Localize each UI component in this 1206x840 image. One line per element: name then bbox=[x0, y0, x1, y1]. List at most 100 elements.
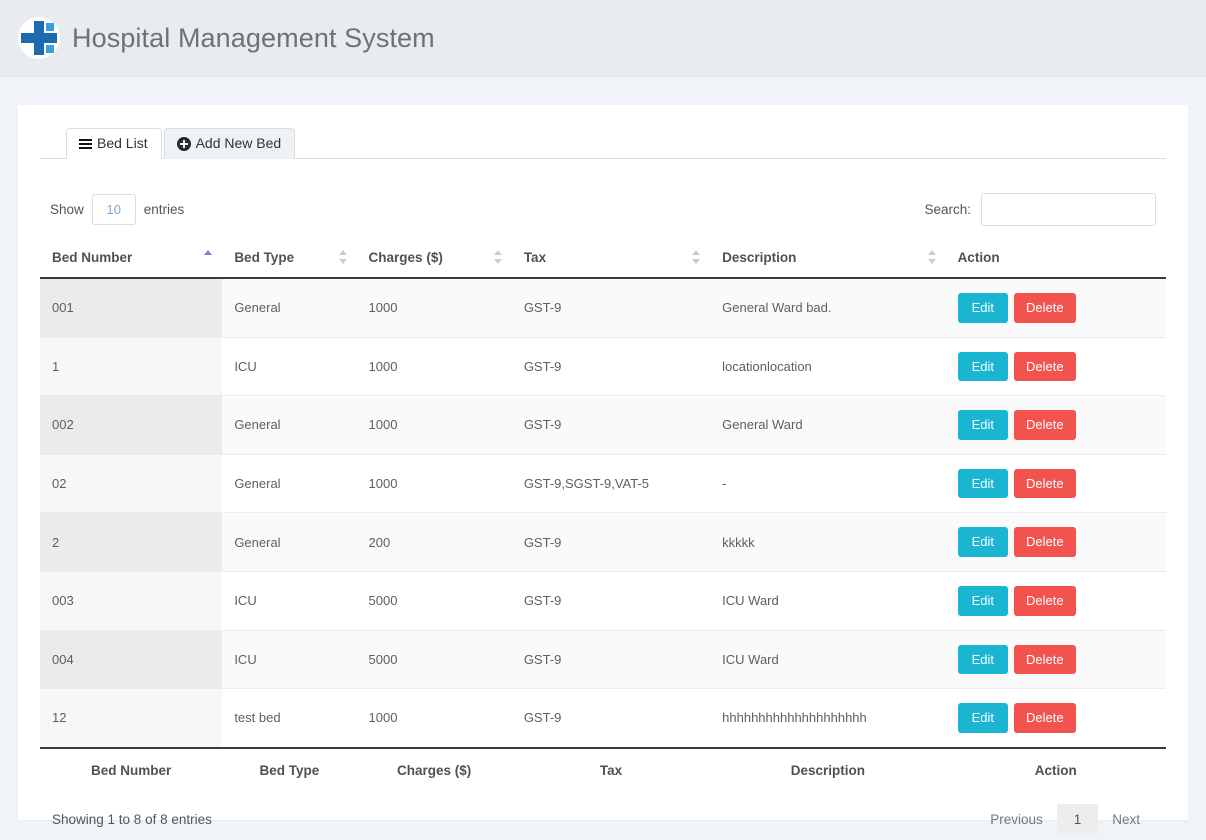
table-footer: Showing 1 to 8 of 8 entries Previous 1 N… bbox=[40, 790, 1166, 835]
content-card: Bed List Add New Bed Show 10 entries Sea… bbox=[18, 105, 1188, 820]
column-header-bed-type[interactable]: Bed Type bbox=[222, 240, 356, 278]
table-row: 003ICU5000GST-9ICU WardEditDelete bbox=[40, 571, 1166, 630]
cell-charges: 200 bbox=[357, 513, 512, 572]
search-input[interactable] bbox=[981, 193, 1156, 226]
column-header-tax[interactable]: Tax bbox=[512, 240, 710, 278]
edit-button[interactable]: Edit bbox=[958, 410, 1008, 440]
edit-button[interactable]: Edit bbox=[958, 645, 1008, 675]
cell-bed-type: ICU bbox=[222, 337, 356, 396]
sort-both-icon bbox=[928, 250, 936, 264]
cell-description: kkkkk bbox=[710, 513, 945, 572]
table-head: Bed Number Bed Type Charges ($) Tax Desc… bbox=[40, 240, 1166, 278]
tab-add-new-bed-label: Add New Bed bbox=[196, 136, 282, 151]
delete-button[interactable]: Delete bbox=[1014, 410, 1076, 440]
cell-tax: GST-9 bbox=[512, 689, 710, 748]
cell-bed-number: 002 bbox=[40, 396, 222, 455]
entries-label: entries bbox=[144, 202, 185, 217]
column-header-action: Action bbox=[946, 240, 1166, 278]
cell-bed-number: 003 bbox=[40, 571, 222, 630]
cell-charges: 1000 bbox=[357, 337, 512, 396]
table-row: 002General1000GST-9General WardEditDelet… bbox=[40, 396, 1166, 455]
show-label: Show bbox=[50, 202, 84, 217]
edit-button[interactable]: Edit bbox=[958, 586, 1008, 616]
edit-button[interactable]: Edit bbox=[958, 703, 1008, 733]
table-info: Showing 1 to 8 of 8 entries bbox=[52, 812, 212, 827]
edit-button[interactable]: Edit bbox=[958, 293, 1008, 323]
table-row: 2General200GST-9kkkkkEditDelete bbox=[40, 513, 1166, 572]
logo-accent-square-bottom bbox=[46, 45, 54, 53]
column-header-charges[interactable]: Charges ($) bbox=[357, 240, 512, 278]
page-title: Hospital Management System bbox=[72, 23, 435, 54]
table-foot: Bed Number Bed Type Charges ($) Tax Desc… bbox=[40, 748, 1166, 790]
cell-tax: GST-9 bbox=[512, 337, 710, 396]
cell-bed-type: ICU bbox=[222, 630, 356, 689]
logo-accent-square-top bbox=[46, 23, 54, 31]
page-length-select[interactable]: 10 bbox=[92, 194, 136, 225]
delete-button[interactable]: Delete bbox=[1014, 293, 1076, 323]
pagination-next[interactable]: Next bbox=[1098, 804, 1154, 835]
cell-bed-number: 001 bbox=[40, 278, 222, 337]
cell-tax: GST-9 bbox=[512, 571, 710, 630]
cell-bed-number: 004 bbox=[40, 630, 222, 689]
table-footer-row: Bed Number Bed Type Charges ($) Tax Desc… bbox=[40, 748, 1166, 790]
tab-bed-list[interactable]: Bed List bbox=[66, 128, 162, 159]
footer-column-bed-type: Bed Type bbox=[222, 748, 356, 790]
cell-bed-type: General bbox=[222, 454, 356, 513]
delete-button[interactable]: Delete bbox=[1014, 645, 1076, 675]
cell-bed-type: test bed bbox=[222, 689, 356, 748]
delete-button[interactable]: Delete bbox=[1014, 703, 1076, 733]
sort-both-icon bbox=[339, 250, 347, 264]
cell-tax: GST-9 bbox=[512, 630, 710, 689]
column-header-bed-type-label: Bed Type bbox=[234, 250, 294, 265]
pagination: Previous 1 Next bbox=[976, 804, 1154, 835]
length-control: Show 10 entries bbox=[50, 194, 184, 225]
cell-description: locationlocation bbox=[710, 337, 945, 396]
table-row: 1ICU1000GST-9locationlocationEditDelete bbox=[40, 337, 1166, 396]
pagination-previous[interactable]: Previous bbox=[976, 804, 1057, 835]
footer-column-tax: Tax bbox=[512, 748, 710, 790]
edit-button[interactable]: Edit bbox=[958, 352, 1008, 382]
footer-column-bed-number: Bed Number bbox=[40, 748, 222, 790]
cell-charges: 1000 bbox=[357, 396, 512, 455]
column-header-charges-label: Charges ($) bbox=[369, 250, 443, 265]
table-row: 004ICU5000GST-9ICU Ward EditDelete bbox=[40, 630, 1166, 689]
sort-both-icon bbox=[692, 250, 700, 264]
tab-add-new-bed[interactable]: Add New Bed bbox=[164, 128, 296, 159]
cell-tax: GST-9 bbox=[512, 396, 710, 455]
cell-charges: 5000 bbox=[357, 630, 512, 689]
delete-button[interactable]: Delete bbox=[1014, 527, 1076, 557]
delete-button[interactable]: Delete bbox=[1014, 586, 1076, 616]
edit-button[interactable]: Edit bbox=[958, 469, 1008, 499]
cell-description: ICU Ward bbox=[710, 630, 945, 689]
column-header-bed-number-label: Bed Number bbox=[52, 250, 132, 265]
edit-button[interactable]: Edit bbox=[958, 527, 1008, 557]
column-header-description[interactable]: Description bbox=[710, 240, 945, 278]
table-body: 001General1000GST-9General Ward bad.Edit… bbox=[40, 278, 1166, 748]
cell-bed-type: General bbox=[222, 278, 356, 337]
cell-description: General Ward bad. bbox=[710, 278, 945, 337]
hamburger-list-icon bbox=[79, 139, 92, 150]
pagination-page-1[interactable]: 1 bbox=[1057, 804, 1099, 835]
search-label: Search: bbox=[924, 202, 971, 217]
cell-bed-number: 2 bbox=[40, 513, 222, 572]
cell-bed-type: General bbox=[222, 513, 356, 572]
table-controls: Show 10 entries Search: bbox=[40, 193, 1166, 226]
plus-circle-icon bbox=[177, 137, 191, 151]
cell-bed-number: 1 bbox=[40, 337, 222, 396]
cell-charges: 5000 bbox=[357, 571, 512, 630]
delete-button[interactable]: Delete bbox=[1014, 352, 1076, 382]
footer-column-charges: Charges ($) bbox=[357, 748, 512, 790]
column-header-description-label: Description bbox=[722, 250, 796, 265]
cell-bed-number: 02 bbox=[40, 454, 222, 513]
cell-action: EditDelete bbox=[946, 337, 1166, 396]
column-header-bed-number[interactable]: Bed Number bbox=[40, 240, 222, 278]
cell-charges: 1000 bbox=[357, 454, 512, 513]
cell-charges: 1000 bbox=[357, 689, 512, 748]
column-header-action-label: Action bbox=[958, 250, 1000, 265]
delete-button[interactable]: Delete bbox=[1014, 469, 1076, 499]
cell-description: - bbox=[710, 454, 945, 513]
cell-description: hhhhhhhhhhhhhhhhhhhh bbox=[710, 689, 945, 748]
cell-bed-type: ICU bbox=[222, 571, 356, 630]
footer-column-action: Action bbox=[946, 748, 1166, 790]
tab-bed-list-label: Bed List bbox=[97, 136, 148, 151]
